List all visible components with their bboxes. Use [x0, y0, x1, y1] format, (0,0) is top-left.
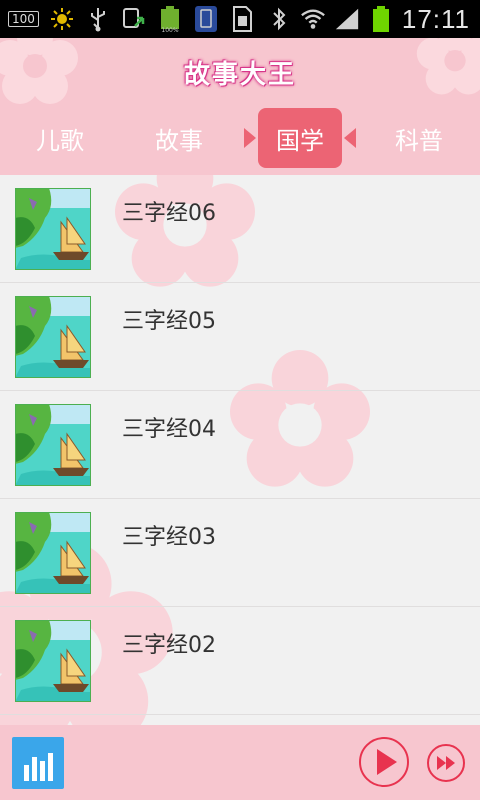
- svg-text:100%: 100%: [161, 27, 178, 33]
- sailboat-cover-icon: [15, 620, 91, 702]
- story-list[interactable]: 三字经06 三字经05 三字经04 三字经03 三字经02: [0, 175, 480, 725]
- tab-science[interactable]: 科普: [377, 108, 461, 168]
- item-title: 三字经05: [122, 309, 216, 334]
- tab-guoxue[interactable]: 国学: [258, 108, 342, 168]
- app-title: 故事大王: [183, 60, 296, 90]
- list-item[interactable]: 三字经03: [0, 499, 480, 607]
- item-title: 三字经06: [122, 201, 216, 226]
- list-item[interactable]: 三字经04: [0, 391, 480, 499]
- player-bar: [0, 725, 480, 800]
- status-bar: 100 100% 17:11: [0, 0, 480, 38]
- battery-percent-badge: 100: [8, 11, 39, 27]
- clock: 17:11: [401, 3, 470, 34]
- tab-right-arrow-icon: [344, 128, 356, 148]
- list-item[interactable]: 三字经05: [0, 283, 480, 391]
- usb-icon: [85, 6, 111, 32]
- item-title: 三字经02: [122, 633, 216, 658]
- list-item[interactable]: 三字经02: [0, 607, 480, 715]
- next-button[interactable]: [426, 743, 466, 783]
- category-tabs: 儿歌 故事 国学 科普: [0, 104, 480, 172]
- phone-icon: [193, 6, 219, 32]
- sailboat-cover-icon: [15, 512, 91, 594]
- signal-icon: [334, 6, 360, 32]
- sailboat-cover-icon: [15, 296, 91, 378]
- sailboat-cover-icon: [15, 188, 91, 270]
- app-header: 故事大王 儿歌 故事 国学 科普: [0, 38, 480, 175]
- equalizer-icon: [24, 753, 53, 781]
- bluetooth-icon: [266, 6, 292, 32]
- play-button[interactable]: [358, 736, 410, 788]
- item-title: 三字经03: [122, 525, 216, 550]
- battery-full-icon: 100%: [157, 6, 183, 33]
- tab-stories[interactable]: 故事: [137, 108, 221, 168]
- sim-card-icon: [229, 6, 255, 32]
- equalizer-button[interactable]: [12, 737, 64, 789]
- tab-nursery-rhymes[interactable]: 儿歌: [18, 108, 102, 168]
- wifi-icon: [300, 6, 326, 32]
- sync-icon: [121, 6, 147, 32]
- list-item[interactable]: 三字经06: [0, 175, 480, 283]
- battery-icon: [368, 6, 394, 32]
- item-title: 三字经04: [122, 417, 216, 442]
- tab-left-arrow-icon: [244, 128, 256, 148]
- brightness-icon: [49, 6, 75, 32]
- sailboat-cover-icon: [15, 404, 91, 486]
